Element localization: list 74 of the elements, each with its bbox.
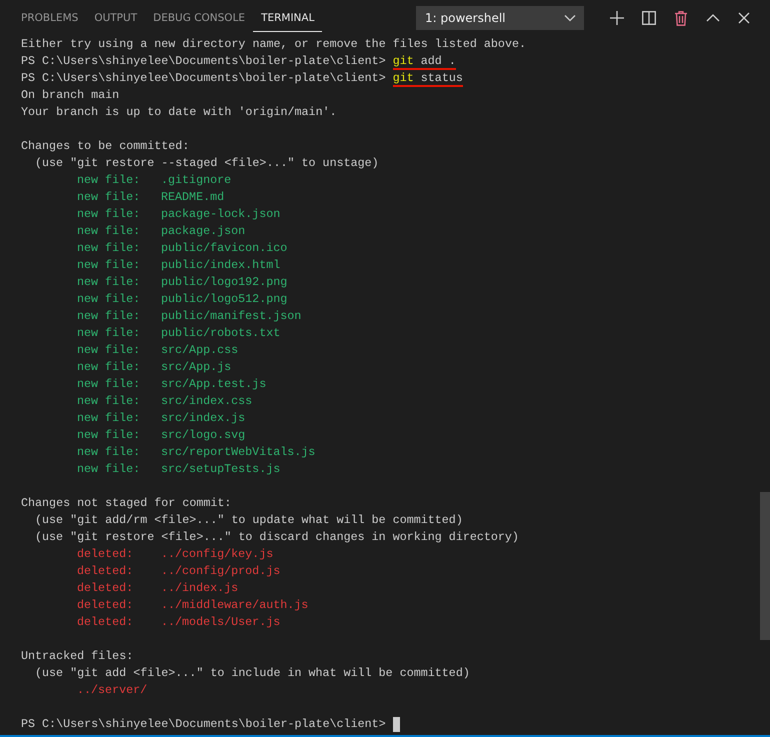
file-path: src/setupTests.js: [161, 461, 280, 478]
status-label: new file:: [76, 359, 142, 376]
terminal-text: On branch main: [21, 87, 120, 104]
terminal-text: (use "git add/rm <file>..." to update what will be committed): [34, 512, 463, 529]
command-text: git status: [392, 70, 463, 87]
file-path: ../config/prod.js: [161, 563, 280, 580]
file-path: README.md: [161, 189, 224, 206]
panel-tab[interactable]: PROBLEMS: [13, 0, 86, 36]
status-label: new file:: [76, 189, 142, 206]
status-label: new file:: [76, 325, 142, 342]
file-path: public/manifest.json: [161, 308, 302, 325]
file-path: public/logo192.png: [161, 274, 288, 291]
status-label: deleted:: [76, 563, 134, 580]
split-icon[interactable]: [642, 11, 656, 25]
panel-tab[interactable]: OUTPUT: [86, 0, 146, 36]
file-path: src/reportWebVitals.js: [161, 444, 316, 461]
status-label: deleted:: [76, 614, 134, 631]
file-path: public/index.html: [161, 257, 280, 274]
file-path: ../middleware/auth.js: [161, 597, 308, 614]
prompt-text: PS C:\Users\shinyelee\Documents\boiler-plate\client>: [21, 70, 386, 87]
plus-icon[interactable]: [610, 11, 624, 25]
file-path: package-lock.json: [161, 206, 280, 223]
status-label: new file:: [76, 427, 142, 444]
command-text: git add .: [392, 53, 456, 70]
status-label: new file:: [76, 240, 142, 257]
status-label: new file:: [76, 291, 142, 308]
terminal-text: Either try using a new directory name, or remove the files listed above.: [21, 36, 526, 53]
prompt-text: PS C:\Users\shinyelee\Documents\boiler-plate\client>: [21, 53, 386, 70]
panel-tab[interactable]: TERMINAL: [253, 3, 322, 33]
status-label: new file:: [76, 206, 142, 223]
file-path: ../index.js: [161, 580, 238, 597]
status-label: new file:: [76, 461, 142, 478]
file-path: src/App.js: [161, 359, 232, 376]
trash-icon[interactable]: [674, 10, 688, 26]
file-path: ../server/: [76, 682, 148, 699]
file-path: src/index.js: [161, 410, 246, 427]
status-label: deleted:: [76, 580, 134, 597]
file-path: src/logo.svg: [161, 427, 246, 444]
chevron-down-icon: [564, 14, 576, 22]
file-path: public/logo512.png: [161, 291, 288, 308]
chevron-up-icon[interactable]: [706, 14, 720, 22]
file-path: public/favicon.ico: [161, 240, 288, 257]
file-path: src/App.css: [161, 342, 238, 359]
panel-tab[interactable]: DEBUG CONSOLE: [145, 0, 254, 36]
file-path: ../config/key.js: [161, 546, 274, 563]
file-path: .gitignore: [161, 172, 232, 189]
status-label: new file:: [76, 342, 142, 359]
terminal-text: (use "git add <file>..." to include in what will be committed): [34, 665, 470, 682]
terminal-text: Changes to be committed:: [21, 138, 190, 155]
terminal-dropdown[interactable]: 1: powershell: [416, 6, 584, 30]
terminal-text: Your branch is up to date with 'origin/main'.: [21, 104, 337, 121]
file-path: public/robots.txt: [161, 325, 280, 342]
status-label: new file:: [76, 274, 142, 291]
status-label: new file:: [76, 393, 142, 410]
close-icon[interactable]: [738, 12, 750, 24]
status-label: new file:: [76, 410, 142, 427]
status-label: new file:: [76, 376, 142, 393]
terminal-text: Untracked files:: [21, 648, 134, 665]
status-label: new file:: [76, 223, 142, 240]
status-label: new file:: [76, 308, 142, 325]
status-label: new file:: [76, 444, 142, 461]
status-label: deleted:: [76, 597, 134, 614]
status-label: new file:: [76, 257, 142, 274]
terminal-text: Changes not staged for commit:: [21, 495, 232, 512]
file-path: src/index.css: [161, 393, 252, 410]
scrollbar-thumb[interactable]: [760, 492, 770, 640]
terminal-text: (use "git restore <file>..." to discard changes in working directory): [34, 529, 519, 546]
terminal-text: (use "git restore --staged <file>..." to unstage): [34, 155, 379, 172]
file-path: package.json: [161, 223, 246, 240]
status-label: new file:: [76, 172, 142, 189]
file-path: src/App.test.js: [161, 376, 266, 393]
file-path: ../models/User.js: [161, 614, 280, 631]
prompt-text: PS C:\Users\shinyelee\Documents\boiler-plate\client>: [21, 716, 386, 733]
status-label: deleted:: [76, 546, 134, 563]
